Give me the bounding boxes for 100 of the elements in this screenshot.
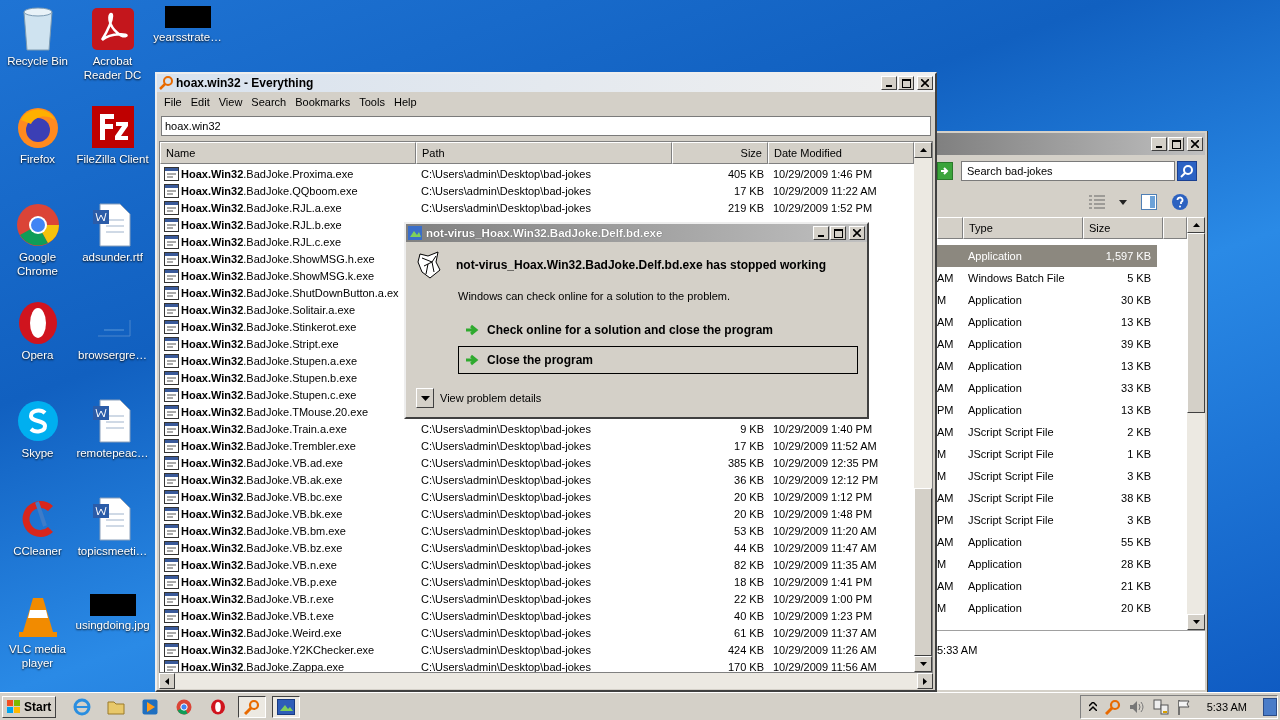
dialog-option[interactable]: Close the program — [458, 346, 858, 374]
image-thumbnail[interactable] — [89, 594, 136, 616]
icon-label[interactable]: yearsstrate… — [150, 30, 225, 44]
file-name[interactable]: Hoax.Win32.BadJoke.Stupen.b.exe — [181, 371, 357, 384]
file-row[interactable]: AM JScript Script File 38 KB — [937, 487, 1157, 509]
search-button[interactable] — [1177, 161, 1197, 181]
icon-label[interactable]: Google Chrome — [0, 250, 75, 278]
file-row[interactable]: AM Application 55 KB — [937, 531, 1157, 553]
file-name[interactable]: Hoax.Win32.BadJoke.Solitair.a.exe — [181, 303, 356, 316]
file-name[interactable]: Hoax.Win32.BadJoke.VB.n.exe — [181, 558, 337, 571]
menu-item[interactable]: Tools — [358, 95, 391, 108]
caret-icon[interactable] — [1119, 199, 1127, 205]
icon-label[interactable]: Skype — [0, 446, 75, 460]
chrome-icon[interactable] — [14, 202, 61, 248]
file-name[interactable]: Hoax.Win32.BadJoke.VB.bc.exe — [181, 490, 343, 503]
file-name[interactable]: Hoax.Win32.BadJoke.VB.ak.exe — [181, 473, 343, 486]
file-name[interactable]: Hoax.Win32.BadJoke.Weird.exe — [181, 626, 342, 639]
file-row[interactable]: AM Application 33 KB — [937, 377, 1157, 399]
start-button[interactable]: Start — [2, 695, 57, 718]
file-row[interactable]: Application 1,597 KB — [937, 245, 1157, 267]
column-header[interactable]: Name — [160, 142, 416, 164]
column-header[interactable] — [1163, 217, 1187, 239]
search-field[interactable]: Search bad-jokes — [961, 161, 1175, 181]
column-header[interactable]: Type — [963, 217, 1083, 239]
preview-pane-icon[interactable] — [1141, 194, 1157, 210]
maximize-button[interactable] — [1168, 137, 1184, 151]
file-name[interactable]: Hoax.Win32.BadJoke.RJL.b.exe — [181, 218, 342, 231]
file-name[interactable]: Hoax.Win32.BadJoke.TMouse.20.exe — [181, 405, 368, 418]
file-row[interactable]: AM Application 13 KB — [937, 355, 1157, 377]
refresh-button[interactable] — [937, 162, 953, 180]
column-header[interactable]: Size — [1083, 217, 1163, 239]
close-button[interactable] — [917, 76, 933, 90]
file-name[interactable]: Hoax.Win32.BadJoke.Train.a.exe — [181, 422, 347, 435]
file-row[interactable]: M JScript Script File 3 KB — [937, 465, 1157, 487]
icon-label[interactable]: Acrobat Reader DC — [75, 54, 150, 82]
file-name[interactable]: Hoax.Win32.BadJoke.VB.bk.exe — [181, 507, 343, 520]
file-name[interactable]: Hoax.Win32.BadJoke.ShowMSG.h.exe — [181, 252, 375, 265]
file-name[interactable]: Hoax.Win32.BadJoke.RJL.a.exe — [181, 201, 342, 214]
network-icon[interactable] — [1152, 698, 1169, 715]
expand-button[interactable] — [416, 388, 434, 408]
file-row[interactable]: M JScript Script File 1 KB — [937, 443, 1157, 465]
close-button[interactable] — [849, 226, 865, 240]
file-row[interactable]: AM Application 13 KB — [937, 311, 1157, 333]
scrollbar[interactable] — [914, 142, 932, 672]
file-row[interactable]: M Application 28 KB — [937, 553, 1157, 575]
filezilla-icon[interactable] — [89, 104, 136, 150]
maximize-button[interactable] — [830, 226, 846, 240]
show-desktop-button[interactable] — [1263, 697, 1277, 716]
icon-label[interactable]: Opera — [0, 348, 75, 362]
file-name[interactable]: Hoax.Win32.BadJoke.VB.t.exe — [181, 609, 334, 622]
file-name[interactable]: Hoax.Win32.BadJoke.Y2KChecker.exe — [181, 643, 375, 656]
file-row[interactable]: AM JScript Script File 2 KB — [937, 421, 1157, 443]
icon-label[interactable]: FileZilla Client — [75, 152, 150, 166]
file-name[interactable]: Hoax.Win32.BadJoke.Trembler.exe — [181, 439, 356, 452]
file-name[interactable]: Hoax.Win32.BadJoke.ShowMSG.k.exe — [181, 269, 375, 282]
icon-label[interactable]: usingdoing.jpg — [75, 618, 150, 632]
minimize-button[interactable] — [881, 76, 897, 90]
search-field[interactable]: hoax.win32 — [161, 116, 931, 136]
minimize-button[interactable] — [813, 226, 829, 240]
file-name[interactable]: Hoax.Win32.BadJoke.QQboom.exe — [181, 184, 358, 197]
file-name[interactable]: Hoax.Win32.BadJoke.VB.bz.exe — [181, 541, 343, 554]
column-header[interactable]: Date Modified — [768, 142, 914, 164]
help-icon[interactable] — [1171, 193, 1189, 211]
file-row[interactable]: M Application 20 KB — [937, 597, 1157, 619]
menu-item[interactable]: View — [217, 95, 249, 108]
file-name[interactable]: Hoax.Win32.BadJoke.Stupen.c.exe — [181, 388, 357, 401]
pdf-icon[interactable] — [89, 6, 136, 52]
file-row[interactable]: AM Application 39 KB — [937, 333, 1157, 355]
file-name[interactable]: Hoax.Win32.BadJoke.Proxima.exe — [181, 167, 354, 180]
clock[interactable]: 5:33 AM — [1206, 700, 1247, 713]
file-name[interactable]: Hoax.Win32.BadJoke.RJL.c.exe — [181, 235, 342, 248]
icon-label[interactable]: topicsmeeti… — [75, 544, 150, 558]
menu-item[interactable]: Bookmarks — [294, 95, 357, 108]
icon-label[interactable]: VLC media player — [0, 642, 75, 670]
scrollbar[interactable] — [1187, 217, 1205, 630]
column-header[interactable] — [937, 217, 963, 239]
flag-icon[interactable] — [1176, 698, 1191, 715]
minimize-button[interactable] — [1151, 137, 1167, 151]
file-name[interactable]: Hoax.Win32.BadJoke.Stupen.a.exe — [181, 354, 357, 367]
chevron-up-icon[interactable] — [1088, 702, 1097, 711]
menu-item[interactable]: Edit — [189, 95, 216, 108]
maximize-button[interactable] — [898, 76, 914, 90]
dialog-option[interactable]: Check online for a solution and close the program — [458, 316, 858, 344]
file-name[interactable]: Hoax.Win32.BadJoke.Zappa.exe — [181, 660, 345, 672]
file-row[interactable]: PM Application 13 KB — [937, 399, 1157, 421]
image-thumbnail[interactable] — [164, 6, 211, 28]
speaker-icon[interactable] — [1128, 699, 1145, 714]
icon-label[interactable]: CCleaner — [0, 544, 75, 558]
file-name[interactable]: Hoax.Win32.BadJoke.VB.p.exe — [181, 575, 337, 588]
icon-label[interactable]: Firefox — [0, 152, 75, 166]
column-header[interactable]: Size — [672, 142, 768, 164]
icon-label[interactable]: remotepeac… — [75, 446, 150, 460]
column-header[interactable]: Path — [416, 142, 672, 164]
taskbar-button[interactable] — [238, 695, 267, 718]
close-button[interactable] — [1187, 137, 1203, 151]
icon-label[interactable]: adsunder.rtf — [75, 250, 150, 264]
file-row[interactable]: AM Application 21 KB — [937, 575, 1157, 597]
menu-item[interactable]: Search — [250, 95, 293, 108]
file-row[interactable]: PM JScript Script File 3 KB — [937, 509, 1157, 531]
menu-item[interactable]: File — [163, 95, 188, 108]
